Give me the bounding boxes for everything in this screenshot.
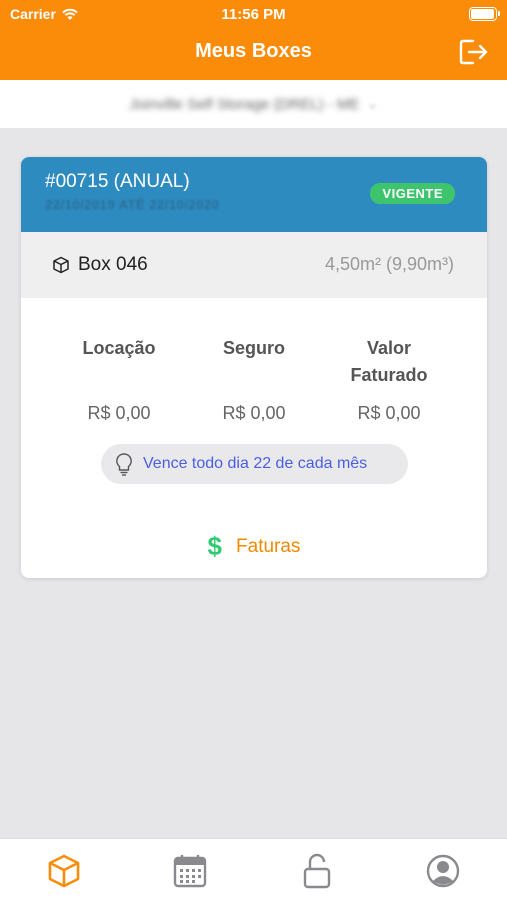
status-bar: Carrier 11:56 PM	[0, 0, 507, 28]
lightbulb-icon	[116, 453, 132, 476]
due-date-text: Vence todo dia 22 de cada mês	[143, 455, 368, 472]
chevron-down-icon: ⌄	[367, 97, 378, 111]
rental-label: Locação	[82, 338, 156, 358]
billed-column: Valor Faturado	[319, 335, 459, 389]
tab-bar	[0, 838, 507, 900]
rental-value: R$ 0,00	[87, 403, 151, 423]
logout-icon[interactable]	[459, 38, 489, 66]
box-size: 4,50m² (9,90m³)	[324, 254, 454, 274]
rental-column: Locação	[49, 335, 189, 362]
box-icon[interactable]	[46, 853, 82, 889]
battery-icon	[469, 7, 500, 21]
page-title: Meus Boxes	[195, 40, 312, 62]
invoices-label: Faturas	[236, 535, 301, 557]
invoices-button[interactable]: $ Faturas	[21, 531, 487, 562]
billed-value: R$ 0,00	[357, 403, 421, 423]
contract-period: 22/10/2019 ATÉ 22/10/2020	[45, 197, 220, 212]
box-icon	[53, 256, 69, 274]
status-time: 11:56 PM	[221, 6, 286, 23]
navigation-bar: Carrier 11:56 PM Meus Boxes	[0, 0, 507, 80]
contract-number: #00715 (ANUAL)	[45, 171, 190, 192]
contract-header: #00715 (ANUAL) 22/10/2019 ATÉ 22/10/2020…	[21, 157, 487, 232]
dollar-icon: $	[207, 531, 223, 561]
due-date-note: Vence todo dia 22 de cada mês	[101, 444, 408, 484]
profile-icon[interactable]	[425, 853, 461, 889]
insurance-label: Seguro	[222, 338, 285, 358]
billed-label: Valor Faturado	[350, 338, 428, 385]
insurance-column: Seguro	[184, 335, 324, 362]
company-name: Joinville Self Storage (DREL) - ME	[129, 95, 360, 113]
unlock-icon[interactable]	[299, 853, 335, 889]
box-info-row: Box 046 4,50m² (9,90m³)	[21, 232, 487, 298]
box-name: Box 046	[78, 254, 148, 275]
contract-card: #00715 (ANUAL) 22/10/2019 ATÉ 22/10/2020…	[21, 157, 487, 578]
status-badge: VIGENTE	[370, 183, 455, 204]
insurance-value: R$ 0,00	[222, 403, 286, 423]
calendar-icon[interactable]	[172, 853, 208, 889]
company-selector[interactable]: Joinville Self Storage (DREL) - ME ⌄	[0, 80, 507, 128]
